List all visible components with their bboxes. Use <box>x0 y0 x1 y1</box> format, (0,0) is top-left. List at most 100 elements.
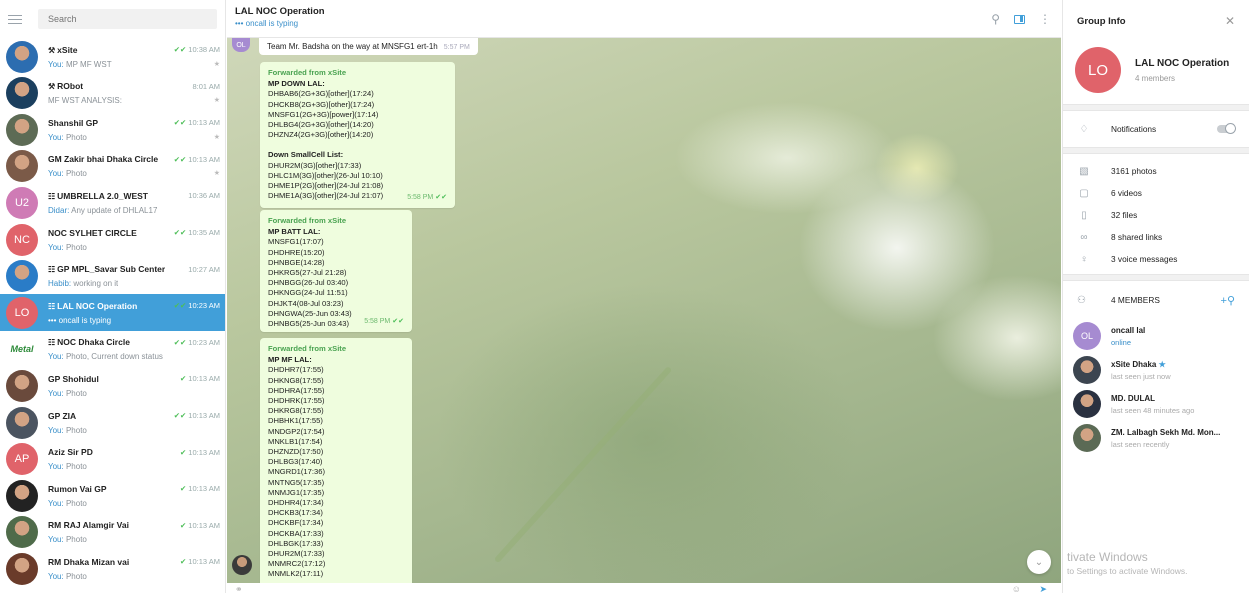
chat-list-item[interactable]: ⚒ RObot 8:01 AM MF WST ANALYSIS: ★ <box>0 75 225 112</box>
member-body: xSite Dhaka ★ last seen just now <box>1111 360 1231 381</box>
message-bubble[interactable]: Forwarded from xSite MP MF LAL: DHDHR7(17:… <box>260 338 412 593</box>
attach-icon[interactable]: ⚭ <box>235 584 243 593</box>
conversation-header: LAL NOC Operation ••• oncall is typing ⚲… <box>227 0 1061 38</box>
notifications-row[interactable]: ♢ Notifications <box>1063 111 1249 147</box>
mic-icon: ♀ <box>1080 253 1088 265</box>
member-avatar[interactable] <box>1073 424 1101 452</box>
avatar[interactable]: NC <box>6 223 38 256</box>
chat-list-item[interactable]: ☷ GP MPL_Savar Sub Center 10:27 AM Habib: w… <box>0 258 225 295</box>
chat-list-item[interactable]: Shanshil GP ✔✔ 10:13 AM You: Photo ★ <box>0 111 225 148</box>
chat-time-wrap: ✔✔ 10:13 AM <box>174 155 220 164</box>
chat-item-body: ⚒ xSite ✔✔ 10:38 AM You: MP MF WST ★ <box>48 45 220 69</box>
notifications-toggle[interactable] <box>1217 123 1236 134</box>
member-item[interactable]: xSite Dhaka ★ last seen just now <box>1063 353 1249 387</box>
message-line: DHUR2M(3G)[other](17:33) <box>268 160 362 170</box>
chat-preview: You: MP MF WST <box>48 60 112 69</box>
chat-time: 10:13 AM <box>188 484 220 494</box>
member-item[interactable]: OL oncall lal online <box>1063 319 1249 353</box>
chat-list-item[interactable]: RM Dhaka Mizan vai ✔ 10:13 AM You: Photo <box>0 550 225 587</box>
member-avatar[interactable] <box>1073 356 1101 384</box>
chat-list-item[interactable]: ⚒ xSite ✔✔ 10:38 AM You: MP MF WST ★ <box>0 38 225 75</box>
message-heading: MP DOWN LAL: <box>268 79 325 89</box>
avatar[interactable] <box>6 552 38 585</box>
more-vertical-icon[interactable]: ⋮ <box>1039 12 1051 26</box>
watermark-line2: to Settings to activate Windows. <box>1067 566 1188 576</box>
forwarded-from-label[interactable]: Forwarded from xSite <box>268 216 404 226</box>
menu-icon[interactable] <box>8 14 22 24</box>
member-item[interactable]: ZM. Lalbagh Sekh Md. Mon... last seen rec… <box>1063 421 1249 455</box>
message-bubble[interactable]: Forwarded from xSite MP BATT LAL: MNSFG1(1… <box>260 210 412 332</box>
message-bubble[interactable]: Forwarded from xSite MP DOWN LAL: DHBAB6(2… <box>260 62 455 208</box>
preview-text: MF WST ANALYSIS: <box>48 96 122 106</box>
chat-list-item[interactable]: RM RAJ Alamgir Vai ✔ 10:13 AM You: Photo <box>0 514 225 551</box>
pin-icon: ★ <box>213 97 220 105</box>
member-item[interactable]: MD. DULAL last seen 48 minutes ago <box>1063 387 1249 421</box>
preview-sender: You: <box>48 462 64 472</box>
forwarded-from-label[interactable]: Forwarded from xSite <box>268 68 447 78</box>
chat-time: 10:35 AM <box>188 228 220 237</box>
avatar[interactable] <box>6 113 38 146</box>
chat-list-item[interactable]: Rumon Vai GP ✔ 10:13 AM You: Photo <box>0 477 225 514</box>
chat-list-panel: ⚒xSite✔✔10:38 AMYou: MP MF WST★⚒RObot8:0… <box>0 0 226 593</box>
conversation-panel: LAL NOC Operation ••• oncall is typing ⚲… <box>227 0 1061 593</box>
message-line: MNMLK2(17:11) <box>268 569 324 579</box>
message-composer[interactable]: ⚭ ☺ ➤ <box>227 583 1061 593</box>
avatar[interactable] <box>6 369 38 402</box>
member-name-wrap: MD. DULAL <box>1111 394 1231 403</box>
shared-media-row[interactable]: ♀ 3 voice messages <box>1063 248 1249 270</box>
avatar[interactable] <box>6 260 38 293</box>
message-line: MNTNG5(17:35) <box>268 477 325 487</box>
shared-media-row[interactable]: ▯ 32 files <box>1063 204 1249 226</box>
chat-list-item[interactable]: U2 ☷ UMBRELLA 2.0_WEST 10:36 AM Didar: Any u… <box>0 184 225 221</box>
member-name-wrap: oncall lal <box>1111 326 1231 335</box>
close-icon[interactable]: ✕ <box>1225 14 1235 28</box>
chat-list-item[interactable]: LO ☷ LAL NOC Operation ✔✔ 10:23 AM ••• oncall… <box>0 294 225 332</box>
conversation-title[interactable]: LAL NOC Operation <box>235 6 1053 17</box>
shared-media-row[interactable]: ▢ 6 videos <box>1063 182 1249 204</box>
sender-avatar[interactable]: OL <box>232 38 250 52</box>
chat-item-bottom-row: You: Photo ★ <box>48 128 220 142</box>
chat-list-item[interactable]: GP Shohidul ✔ 10:13 AM You: Photo <box>0 367 225 404</box>
avatar[interactable]: U2 <box>6 186 38 219</box>
forwarded-from-label[interactable]: Forwarded from xSite <box>268 344 404 354</box>
message-bubble[interactable]: Team Mr. Badsha on the way at MNSFG1 ert… <box>259 38 478 55</box>
avatar[interactable]: LO <box>6 296 38 329</box>
sender-avatar[interactable] <box>232 555 252 575</box>
scroll-down-button[interactable]: ⌄ <box>1027 550 1051 574</box>
chat-list-item[interactable]: AP Aziz Sir PD ✔ 10:13 AM You: Photo <box>0 441 225 478</box>
shared-media-row[interactable]: ∞ 8 shared links <box>1063 226 1249 248</box>
preview-sender: You: <box>48 242 64 252</box>
member-avatar[interactable] <box>1073 390 1101 418</box>
emoji-icon[interactable]: ☺ <box>1012 584 1021 593</box>
avatar[interactable] <box>6 479 38 512</box>
member-status: last seen recently <box>1111 439 1170 449</box>
avatar[interactable] <box>6 150 38 183</box>
avatar[interactable] <box>6 516 38 549</box>
avatar[interactable] <box>6 77 38 110</box>
chat-list-item[interactable]: GP ZIA ✔✔ 10:13 AM You: Photo <box>0 404 225 441</box>
avatar[interactable]: Metal <box>6 333 38 366</box>
avatar[interactable]: AP <box>6 443 38 476</box>
add-member-icon[interactable]: +⚲ <box>1221 294 1235 307</box>
info-panel-toggle-icon[interactable] <box>1014 14 1025 24</box>
chat-list-item[interactable]: NC NOC SYLHET CIRCLE ✔✔ 10:35 AM You: Photo <box>0 221 225 258</box>
send-icon[interactable]: ➤ <box>1039 584 1047 593</box>
group-icon: ☷ <box>48 191 56 201</box>
member-avatar[interactable]: OL <box>1073 322 1101 350</box>
search-input[interactable] <box>38 9 217 29</box>
chat-list-item[interactable]: GM Zakir bhai Dhaka Circle ✔✔ 10:13 AM You:… <box>0 148 225 185</box>
shared-media-row[interactable]: ▧ 3161 photos <box>1063 160 1249 182</box>
chat-name: RM Dhaka Mizan vai <box>48 556 130 567</box>
avatar[interactable] <box>6 40 38 73</box>
member-name-wrap: xSite Dhaka ★ <box>1111 360 1231 369</box>
group-avatar[interactable]: LO <box>1075 47 1121 93</box>
chat-preview: You: Photo <box>48 169 87 178</box>
chat-name-wrap: GP ZIA <box>48 411 76 421</box>
avatar[interactable] <box>6 406 38 439</box>
chat-list-item[interactable]: Metal ☷ NOC Dhaka Circle ✔✔ 10:23 AM You: Pho… <box>0 331 225 368</box>
read-check-icon: ✔✔ <box>435 193 447 201</box>
chat-time-wrap: ✔ 10:13 AM <box>180 557 220 566</box>
members-list: OL oncall lal online xSite Dhaka ★ last seen… <box>1063 319 1249 455</box>
message-line: DHKNGG(24-Jul 11:51) <box>268 288 348 298</box>
search-icon[interactable]: ⚲ <box>991 12 1000 26</box>
